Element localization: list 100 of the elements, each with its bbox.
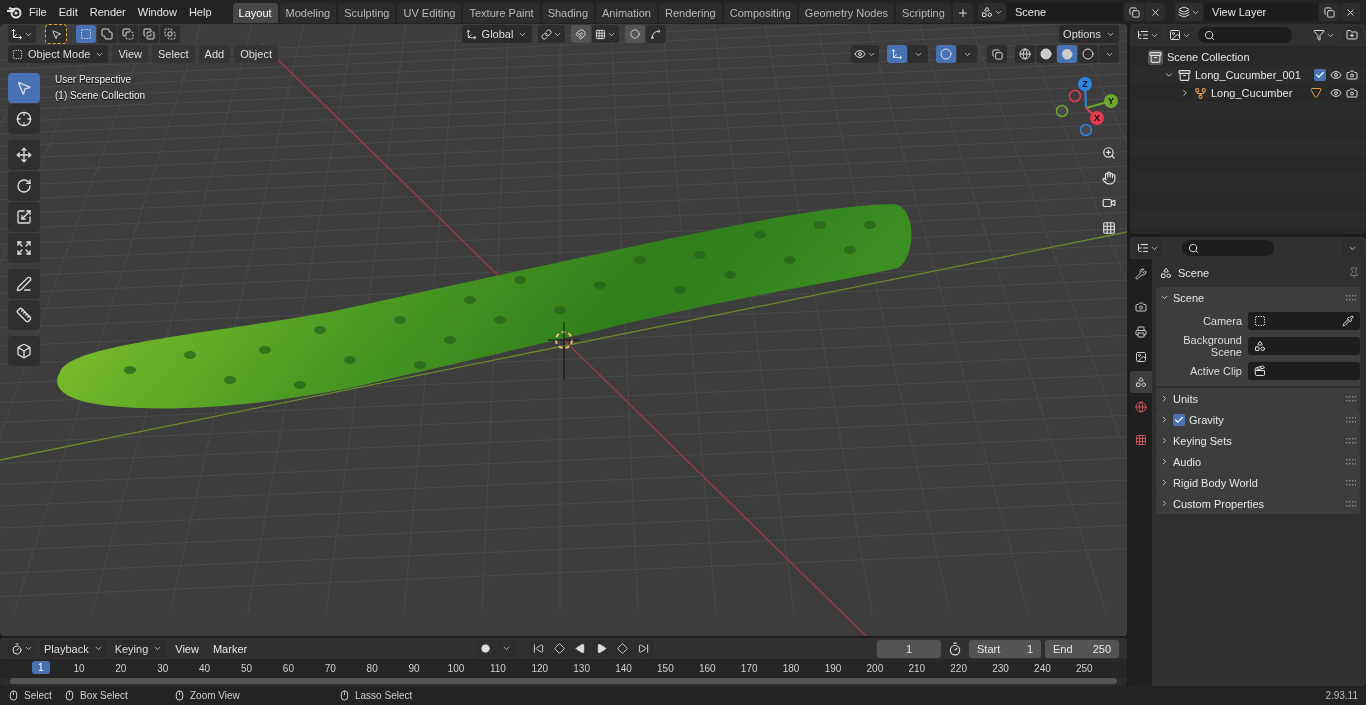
workspace-tab[interactable]: Compositing: [723, 3, 797, 23]
menu-item[interactable]: File: [24, 4, 52, 20]
options-dropdown[interactable]: Options: [1059, 25, 1119, 43]
end-frame-field[interactable]: End 250: [1045, 639, 1119, 658]
property-field[interactable]: [1248, 312, 1360, 330]
workspace-tab[interactable]: Layout: [232, 3, 278, 23]
app-logo-icon[interactable]: [6, 5, 22, 19]
tool-button[interactable]: [8, 104, 40, 134]
workspace-tab[interactable]: Rendering: [658, 3, 722, 23]
menu-item[interactable]: Render: [84, 4, 131, 20]
object-mode-icon: [12, 48, 23, 60]
properties-tab[interactable]: [1130, 371, 1152, 393]
workspace-tab[interactable]: Animation: [596, 3, 657, 23]
tool-button[interactable]: [8, 336, 40, 366]
drag-handle-icon[interactable]: [1346, 395, 1356, 402]
workspace-tab[interactable]: Scripting: [896, 3, 951, 23]
axis-handle[interactable]: Y: [1104, 94, 1118, 108]
outliner-item-label[interactable]: Long_Cucumber: [1211, 87, 1293, 99]
panel-title[interactable]: Audio: [1173, 455, 1202, 468]
tool-button[interactable]: [8, 269, 40, 299]
tool-button[interactable]: [8, 233, 40, 263]
playhead[interactable]: 1: [32, 661, 50, 675]
workspace-tab[interactable]: UV Editing: [397, 3, 462, 23]
search-field[interactable]: [1182, 240, 1274, 256]
exclude-checkbox[interactable]: [1314, 69, 1326, 81]
scene-name-field[interactable]: Scene: [1007, 3, 1123, 21]
transform-orientation-dropdown[interactable]: Global: [461, 25, 532, 43]
shading-mode-button[interactable]: [1036, 45, 1056, 63]
diamond-icon: [554, 643, 566, 655]
workspace-tab[interactable]: Geometry Nodes: [798, 3, 894, 23]
select-mode-button[interactable]: [76, 25, 96, 43]
drag-handle-icon[interactable]: [1346, 416, 1356, 423]
axis-handle[interactable]: Z: [1078, 77, 1092, 91]
timeline-menu-dropdown[interactable]: Keying: [110, 639, 167, 658]
proportional-edit-button[interactable]: [624, 25, 645, 43]
timeline-menu-item[interactable]: Marker: [207, 640, 253, 657]
outliner-item-label[interactable]: Scene Collection: [1167, 51, 1250, 63]
workspace-tab[interactable]: Shading: [541, 3, 595, 23]
active-tool-button[interactable]: [46, 25, 66, 43]
property-field[interactable]: [1248, 337, 1360, 355]
menu-item[interactable]: Help: [183, 4, 217, 20]
start-frame-field[interactable]: Start 1: [969, 639, 1041, 658]
delete-scene-button[interactable]: [1145, 3, 1165, 21]
visibility-button[interactable]: [851, 45, 879, 63]
new-scene-button[interactable]: [1124, 3, 1144, 21]
tool-button[interactable]: [8, 202, 40, 232]
current-frame-field[interactable]: 1: [877, 639, 941, 658]
editor-type-button[interactable]: [8, 25, 36, 43]
workspace-tab[interactable]: Sculpting: [338, 3, 396, 23]
view-layer-name-field[interactable]: View Layer: [1204, 3, 1318, 21]
panel-title[interactable]: Scene: [1173, 291, 1205, 304]
shading-mode-button[interactable]: [1078, 45, 1098, 63]
drag-handle-icon[interactable]: [1346, 479, 1356, 486]
eye-icon: [1330, 87, 1343, 99]
add-workspace-button[interactable]: [952, 3, 973, 23]
select-mode-button[interactable]: [139, 25, 159, 43]
drag-handle-icon[interactable]: [1346, 294, 1356, 301]
tool-button[interactable]: [8, 140, 40, 170]
drag-handle-icon[interactable]: [1346, 437, 1356, 444]
snap-target-button[interactable]: [591, 25, 619, 43]
menu-item[interactable]: Edit: [53, 4, 83, 20]
falloff-button[interactable]: [645, 25, 666, 43]
pivot-point-button[interactable]: [537, 25, 565, 43]
viewport-menu-item[interactable]: Add: [198, 45, 231, 63]
view-layer-browse-button[interactable]: [1175, 3, 1203, 21]
timeline-menu-item[interactable]: View: [170, 640, 204, 657]
select-mode-button[interactable]: [97, 25, 117, 43]
mode-dropdown[interactable]: Object Mode: [8, 45, 109, 63]
gizmo-toggle-button[interactable]: [887, 45, 907, 63]
panel-title[interactable]: Keying Sets: [1173, 434, 1232, 447]
tool-button[interactable]: [8, 300, 40, 330]
viewport-menu-item[interactable]: View: [112, 45, 149, 63]
viewport-menu-item[interactable]: Select: [152, 45, 195, 63]
timeline-menu-dropdown[interactable]: Playback: [40, 639, 107, 658]
select-mode-button[interactable]: [118, 25, 138, 43]
xray-toggle-button[interactable]: [987, 45, 1007, 63]
tool-button[interactable]: [8, 171, 40, 201]
new-view-layer-button[interactable]: [1319, 3, 1339, 21]
axis-handle[interactable]: X: [1090, 111, 1104, 125]
timeline-scrollbar[interactable]: [10, 678, 1117, 684]
drag-handle-icon[interactable]: [1346, 458, 1356, 465]
snap-toggle-button[interactable]: [570, 25, 591, 43]
scene-browse-button[interactable]: [978, 3, 1006, 21]
panel-title[interactable]: Units: [1173, 392, 1199, 405]
shading-mode-button[interactable]: [1057, 45, 1077, 63]
panel-checkbox[interactable]: [1173, 413, 1185, 426]
menu-item[interactable]: Window: [132, 4, 182, 20]
workspace-tab[interactable]: Texture Paint: [463, 3, 540, 23]
select-mode-button[interactable]: [160, 25, 180, 43]
overlay-toggle-button[interactable]: [936, 45, 956, 63]
workspace-tab[interactable]: Modeling: [279, 3, 337, 23]
search-field[interactable]: [1198, 27, 1292, 43]
search-icon: [1188, 242, 1199, 254]
property-field[interactable]: [1248, 362, 1360, 380]
shading-mode-button[interactable]: [1015, 45, 1035, 63]
drag-handle-icon[interactable]: [1346, 500, 1356, 507]
delete-view-layer-button[interactable]: [1340, 3, 1360, 21]
panel-title[interactable]: Gravity: [1189, 413, 1224, 426]
outliner-item-label[interactable]: Long_Cucumber_001: [1195, 69, 1301, 81]
viewport-menu-item[interactable]: Object: [234, 45, 278, 63]
